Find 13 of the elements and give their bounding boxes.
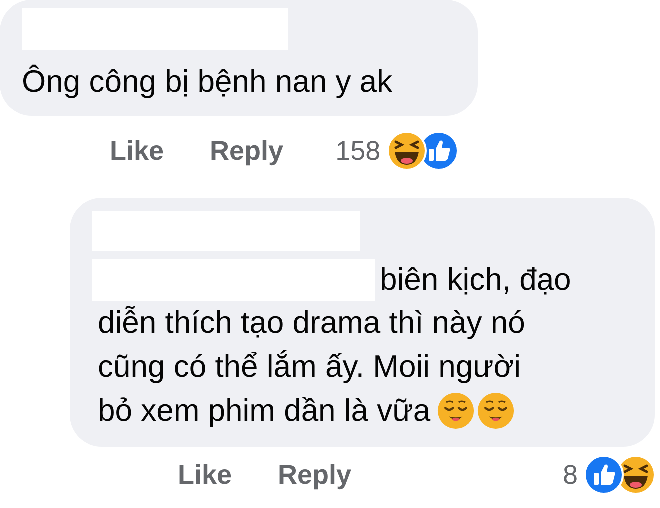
action-link[interactable]: Reply bbox=[210, 136, 284, 166]
action-link[interactable]: Like bbox=[110, 136, 164, 166]
reaction-count: 158 bbox=[336, 136, 381, 166]
comment-text: bỏ xem phim dần là vữa bbox=[98, 392, 431, 430]
reaction-count: 8 bbox=[562, 460, 578, 490]
relieved-face-icon bbox=[436, 392, 475, 430]
thumbs-up-icon bbox=[584, 455, 624, 495]
action-link[interactable]: Reply bbox=[278, 460, 352, 490]
comment-text: Ông công bị bệnh nan y ak bbox=[22, 63, 394, 101]
comment-text: biên kịch, đạo bbox=[380, 261, 572, 299]
action-link[interactable]: Like bbox=[178, 460, 232, 490]
laughing-face-icon bbox=[386, 131, 427, 171]
relieved-face-icon bbox=[476, 392, 515, 430]
